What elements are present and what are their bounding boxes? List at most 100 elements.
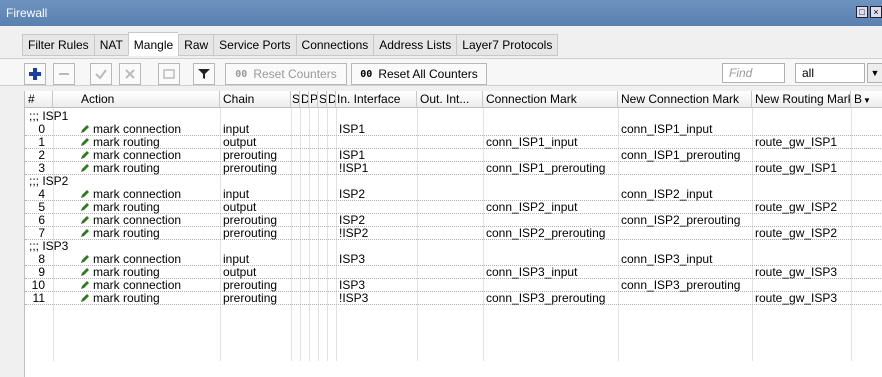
pencil-icon [81,229,89,237]
action-label: mark routing [93,136,160,149]
col-action[interactable]: Action [53,91,220,108]
tab-raw[interactable]: Raw [178,34,214,56]
table-row[interactable]: 0 mark connection input ISP1 conn_ISP1_input [25,123,882,136]
table-row[interactable]: 11 mark routing prerouting !ISP3 conn_ISP3_p… [25,292,882,305]
tab-service-ports[interactable]: Service Ports [213,34,296,56]
comment-button[interactable] [158,63,180,85]
filter-button[interactable] [193,63,215,85]
rule-in-interface: ISP1 [339,149,366,162]
maximize-icon[interactable]: □ [856,6,868,18]
col-in-interface[interactable]: In. Interface [336,91,417,108]
rule-comment: ;;; ISP1 [29,110,69,123]
rule-new-routing-mark: route_gw_ISP1 [755,162,838,175]
rule-action: mark routing [53,292,220,305]
remove-button[interactable] [53,63,75,85]
tab-filter-rules[interactable]: Filter Rules [22,34,94,56]
toolbar: 00 Reset Counters 00 Reset All Counters … [0,58,882,86]
table-row[interactable]: 5 mark routing output conn_ISP2_input route_… [25,201,882,214]
table-row[interactable]: 6 mark connection prerouting ISP2 conn_ISP2_… [25,214,882,227]
comment-row[interactable]: ;;; ISP2 [25,175,882,188]
close-icon[interactable]: × [870,6,882,18]
table-row[interactable]: 8 mark connection input ISP3 conn_ISP3_input [25,253,882,266]
col-connection-mark[interactable]: Connection Mark [483,91,618,108]
pencil-icon [81,216,89,224]
col-dst-address[interactable]: D [300,91,309,108]
rule-number: 6 [38,214,45,227]
table-row[interactable]: 3 mark routing prerouting !ISP1 conn_ISP1_pr… [25,162,882,175]
pencil-icon [81,268,89,276]
col-src-port[interactable]: S [318,91,327,108]
window-title: Firewall [6,6,48,20]
rule-connection-mark [483,214,618,227]
reset-counters-button[interactable]: 00 Reset Counters [225,63,347,85]
table-row[interactable]: 7 mark routing prerouting !ISP2 conn_ISP2_pr… [25,227,882,240]
rule-new-connection-mark [618,201,752,214]
rule-number: 10 [31,279,45,292]
rule-in-interface: !ISP3 [339,292,369,305]
pencil-icon [81,203,89,211]
col-new-routing-mark[interactable]: New Routing Mark [752,91,851,108]
minus-icon [59,73,69,75]
tab-address-lists[interactable]: Address Lists [373,34,457,56]
rule-action: mark routing [53,201,220,214]
reset-all-counters-button[interactable]: 00 Reset All Counters [351,63,487,85]
tab-layer7-protocols[interactable]: Layer7 Protocols [456,34,559,56]
comment-row[interactable]: ;;; ISP3 [25,240,882,253]
enable-button[interactable] [90,63,112,85]
rule-new-connection-mark: conn_ISP3_input [621,253,713,266]
rule-connection-mark: conn_ISP2_input [486,201,578,214]
table-row[interactable]: 2 mark connection prerouting ISP1 conn_ISP1_… [25,149,882,162]
action-label: mark routing [93,201,160,214]
rule-connection-mark [483,188,618,201]
col-new-connection-mark[interactable]: New Connection Mark [618,91,752,108]
action-label: mark connection [93,123,182,136]
table-row[interactable]: 9 mark routing output conn_ISP3_input route_… [25,266,882,279]
rule-number: 5 [38,201,45,214]
rule-chain: input [223,253,250,266]
tab-mangle[interactable]: Mangle [127,32,179,56]
rule-in-interface [336,136,417,149]
col-dst-port[interactable]: D [327,91,336,108]
rule-new-connection-mark [618,227,752,240]
action-label: mark connection [93,279,182,292]
rule-action: mark connection [53,279,220,292]
pencil-icon [81,294,89,302]
rule-chain: input [223,188,250,201]
action-label: mark connection [93,188,182,201]
rule-connection-mark [483,279,618,292]
rule-comment: ;;; ISP2 [29,175,69,188]
counter-icon: 00 [235,68,248,80]
col-protocol[interactable]: P [309,91,318,108]
comment-row[interactable]: ;;; ISP1 [25,110,882,123]
col-out-interface[interactable]: Out. Int... [417,91,483,108]
table-row[interactable]: 1 mark routing output conn_ISP1_input route_… [25,136,882,149]
col-b-label: B [854,92,863,106]
col-chain[interactable]: Chain [220,91,291,108]
chevron-down-icon[interactable]: ▼ [867,63,882,83]
tab-connections[interactable]: Connections [295,34,374,56]
rule-connection-mark: conn_ISP1_input [486,136,578,149]
col-num[interactable]: # [25,91,53,108]
action-label: mark routing [93,227,160,240]
firewall-window: Firewall □ × Filter Rules NAT Mangle Raw… [0,0,882,377]
chevron-down-icon: ▼ [863,96,871,105]
rule-in-interface: ISP2 [339,188,366,201]
col-b[interactable]: B▼ [851,91,882,108]
add-button[interactable] [24,63,46,85]
disable-button[interactable] [119,63,141,85]
find-input[interactable]: Find [722,63,785,83]
rule-number: 2 [38,149,45,162]
pencil-icon [81,190,89,198]
tab-nat[interactable]: NAT [93,34,128,56]
col-src-address[interactable]: S [291,91,300,108]
rule-chain: prerouting [223,292,278,305]
table-row[interactable]: 10 mark connection prerouting ISP3 conn_ISP3… [25,279,882,292]
table-row[interactable]: 4 mark connection input ISP2 conn_ISP2_input [25,188,882,201]
action-label: mark routing [93,292,160,305]
rule-new-routing-mark [752,149,851,162]
rule-chain: prerouting [223,214,278,227]
title-bar[interactable]: Firewall □ × [0,0,882,26]
rule-new-connection-mark [618,162,752,175]
filter-select[interactable]: all [795,63,865,83]
rule-action: mark connection [53,253,220,266]
